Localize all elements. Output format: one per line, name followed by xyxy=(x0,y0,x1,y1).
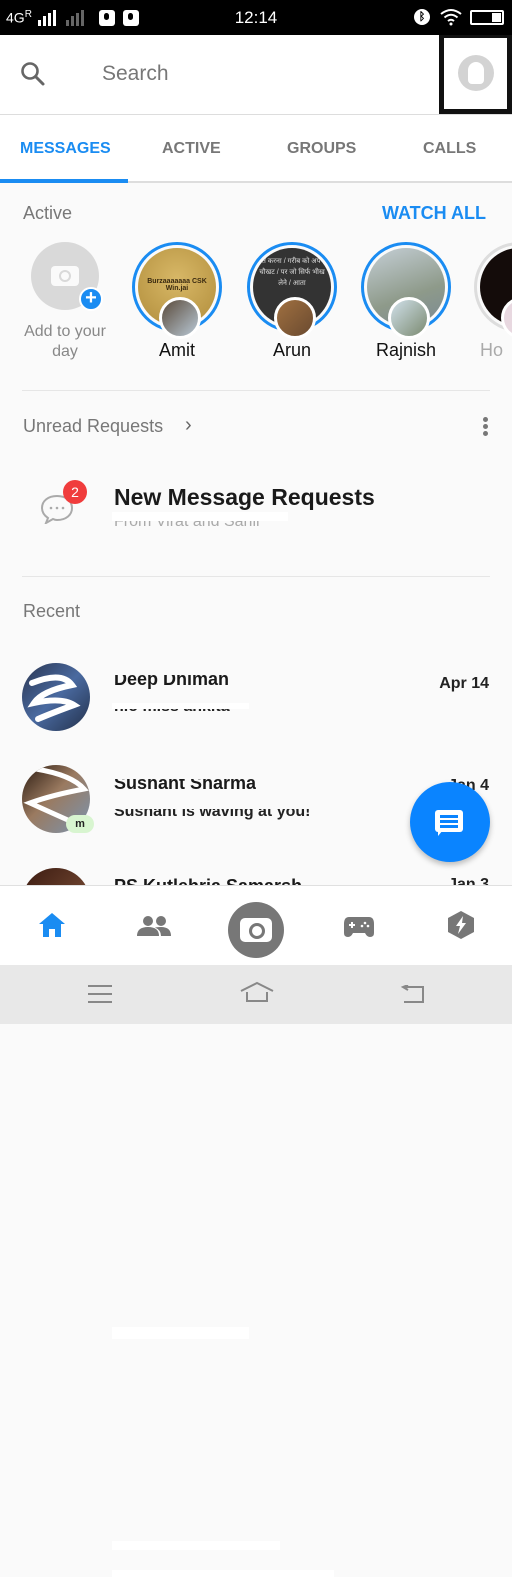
tab-groups[interactable]: GROUPS xyxy=(287,140,356,158)
more-options-icon[interactable] xyxy=(483,417,489,437)
conversation-date: Apr 14 xyxy=(439,675,489,692)
presence-badge: m xyxy=(66,815,94,833)
story-name: Amit xyxy=(159,340,195,360)
bluetooth-icon: ᛒ xyxy=(414,9,430,25)
profile-button[interactable] xyxy=(439,35,512,114)
search-bar[interactable]: Search xyxy=(0,35,512,115)
story-name: Ho xyxy=(480,340,504,360)
conversation-name: Deep Dhiman xyxy=(114,675,230,689)
redaction-mark xyxy=(112,1541,280,1550)
people-icon[interactable] xyxy=(137,916,171,936)
story-ring: मत करना / गरीब को अपनी चौखट / पर जो सिर्… xyxy=(247,242,337,339)
add-story-label: Add to your day xyxy=(24,323,106,360)
clock: 12:14 xyxy=(234,8,278,27)
unread-count-badge: 2 xyxy=(63,480,87,504)
story-user-avatar xyxy=(274,297,316,339)
camera-button[interactable] xyxy=(228,902,284,958)
tab-calls[interactable]: CALLS xyxy=(423,140,476,158)
story-name: Rajnish xyxy=(375,340,437,360)
chevron-right-icon[interactable]: › xyxy=(185,414,192,437)
bottom-navigation xyxy=(0,885,512,965)
add-story-button[interactable]: + Add to your day xyxy=(15,242,115,362)
divider xyxy=(22,576,490,577)
story-ring xyxy=(474,242,512,339)
divider xyxy=(22,390,490,391)
home-outline-icon[interactable] xyxy=(240,981,274,1003)
recent-section-title: Recent xyxy=(23,601,81,621)
new-message-icon xyxy=(435,810,463,836)
plus-icon: + xyxy=(79,287,103,311)
conversation-row[interactable]: Deep Dhiman hlo miss ankita Apr 14 xyxy=(0,663,512,1339)
back-icon[interactable] xyxy=(400,985,424,1003)
menu-icon[interactable] xyxy=(88,985,112,1003)
redaction-mark xyxy=(112,1327,249,1339)
tab-active[interactable]: ACTIVE xyxy=(162,140,221,158)
unread-requests-title[interactable]: Unread Requests xyxy=(23,416,163,437)
conversation-name: Sushant Sharma xyxy=(114,779,257,793)
story-user-avatar xyxy=(388,297,430,339)
discover-bolt-icon[interactable] xyxy=(447,910,475,940)
status-bar: 4GR 12:14 ᛒ xyxy=(0,0,512,35)
story-name: Arun xyxy=(272,340,312,360)
wifi-icon xyxy=(440,8,462,30)
active-section-title: Active xyxy=(23,203,73,223)
story-amit[interactable]: Burzaaaaaaa CSK Win.jai Amit xyxy=(132,242,222,361)
message-requests-heading: New Message Requests xyxy=(114,484,375,510)
redaction-mark xyxy=(112,512,288,521)
camera-icon xyxy=(240,918,272,942)
story-user-avatar xyxy=(159,297,201,339)
story-ho[interactable]: Ho xyxy=(474,242,512,361)
search-input[interactable]: Search xyxy=(102,62,169,86)
tab-messages[interactable]: MESSAGES xyxy=(20,140,111,158)
system-navigation-bar xyxy=(0,965,512,1024)
profile-avatar-icon xyxy=(458,55,494,91)
story-ring: Burzaaaaaaa CSK Win.jai xyxy=(132,242,222,339)
search-icon[interactable] xyxy=(20,61,46,87)
gamepad-icon[interactable] xyxy=(343,916,375,938)
conversation-avatar xyxy=(22,663,90,731)
add-story-circle: + xyxy=(31,242,103,311)
battery-icon xyxy=(470,10,504,25)
story-rajnish[interactable]: Rajnish xyxy=(361,242,451,361)
camera-icon xyxy=(51,266,79,286)
new-message-button[interactable] xyxy=(410,782,490,862)
conversation-preview: Sushant is waving at you! xyxy=(114,809,311,820)
tab-bar: MESSAGES ACTIVE GROUPS CALLS xyxy=(0,115,512,183)
active-tab-indicator xyxy=(0,179,128,183)
redaction-mark xyxy=(112,703,249,709)
story-ring xyxy=(361,242,451,339)
home-icon[interactable] xyxy=(38,912,66,938)
watch-all-button[interactable]: WATCH ALL xyxy=(382,203,486,224)
redaction-mark xyxy=(112,1570,334,1577)
story-arun[interactable]: मत करना / गरीब को अपनी चौखट / पर जो सिर्… xyxy=(247,242,337,361)
